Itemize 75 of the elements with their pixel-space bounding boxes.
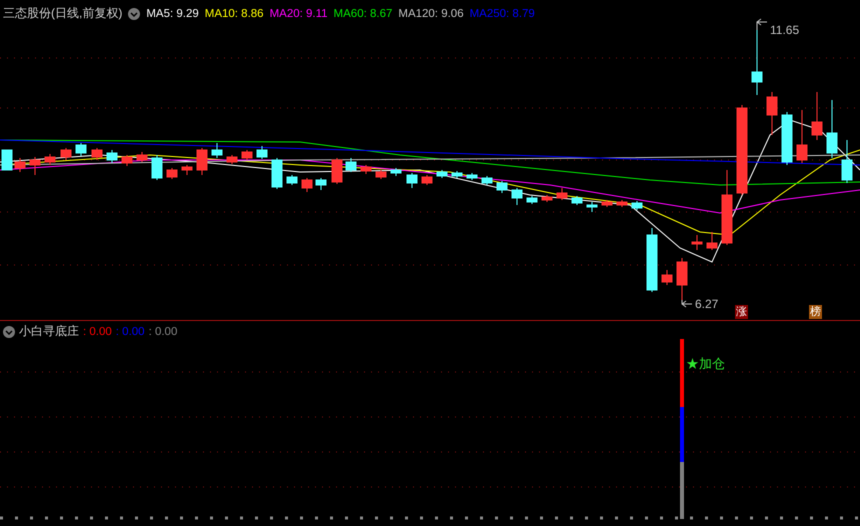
low-price-label: 6.27 [695,297,718,311]
candlestick [376,170,386,180]
indicator-value: : 0.00 [116,326,145,338]
candlestick [136,152,148,162]
candlestick [302,178,312,192]
candlestick [286,174,298,186]
candlestick [766,92,778,136]
candlestick [632,200,642,210]
indicator-value: : 0.00 [148,326,178,338]
candlestick [496,180,508,194]
candlestick [2,150,12,170]
leader-line [756,18,768,30]
candlestick [526,196,538,204]
moving-average-value: MA20: 9.11 [270,8,328,20]
candlestick [166,168,178,180]
candlestick [406,172,418,188]
candlestick [466,172,478,180]
chart-title: 三态股份(日线,前复权) [3,5,122,22]
leader-line [682,300,692,308]
candlestick [706,232,718,250]
moving-average-value: MA10: 8.86 [204,8,264,20]
moving-average-value: MA250: 8.79 [470,8,535,20]
candlestick [692,234,702,250]
candlestick [512,188,522,206]
candlestick [14,158,26,172]
candlestick [422,174,432,186]
candlestick [360,164,372,174]
candlestick [122,154,132,166]
candlestick [346,158,356,172]
candlestick [752,30,762,96]
candlestick [586,202,598,212]
indicator-title: 小白寻底庄 [19,323,79,340]
candlestick [212,142,222,158]
candlestick [76,142,86,156]
candlestick [316,178,326,190]
candlestick [556,188,568,200]
candlestick [812,92,822,140]
candlestick [30,156,40,176]
candlestick [542,194,552,202]
candlestick [152,154,162,180]
candlestick [482,176,492,186]
candlestick [242,150,252,160]
moving-average-value: MA120: 9.06 [398,8,464,20]
candlestick [796,110,808,164]
moving-average-value: MA5: 9.29 [146,8,199,20]
candlestick [106,150,118,164]
candlestick [44,154,56,166]
indicator-value: : 0.00 [83,326,112,338]
candlestick [616,200,628,208]
candlestick [226,154,238,164]
candlestick [390,168,402,176]
candlestick [182,164,192,176]
candlestick [676,258,688,300]
candlestick [332,158,342,184]
chevron-down-icon[interactable] [3,326,15,338]
candlestick [782,112,792,166]
badge: 涨 [735,305,748,319]
candlestick [572,196,582,206]
candlestick [436,170,448,178]
candlestick [60,148,72,160]
candlestick [602,200,612,208]
candlestick [452,170,462,178]
badge: 榜 [809,305,822,319]
candlestick [92,148,102,160]
signal-label: ★加仓 [686,355,725,373]
candlestick [826,100,838,158]
candlestick [646,228,658,292]
candlestick [842,140,852,184]
candlestick [196,148,208,176]
chevron-down-icon[interactable] [128,8,140,20]
candlestick [662,270,672,286]
candlestick [256,146,268,160]
candlestick [272,158,282,190]
high-price-label: 11.65 [770,23,800,37]
moving-average-value: MA60: 8.67 [334,8,392,20]
